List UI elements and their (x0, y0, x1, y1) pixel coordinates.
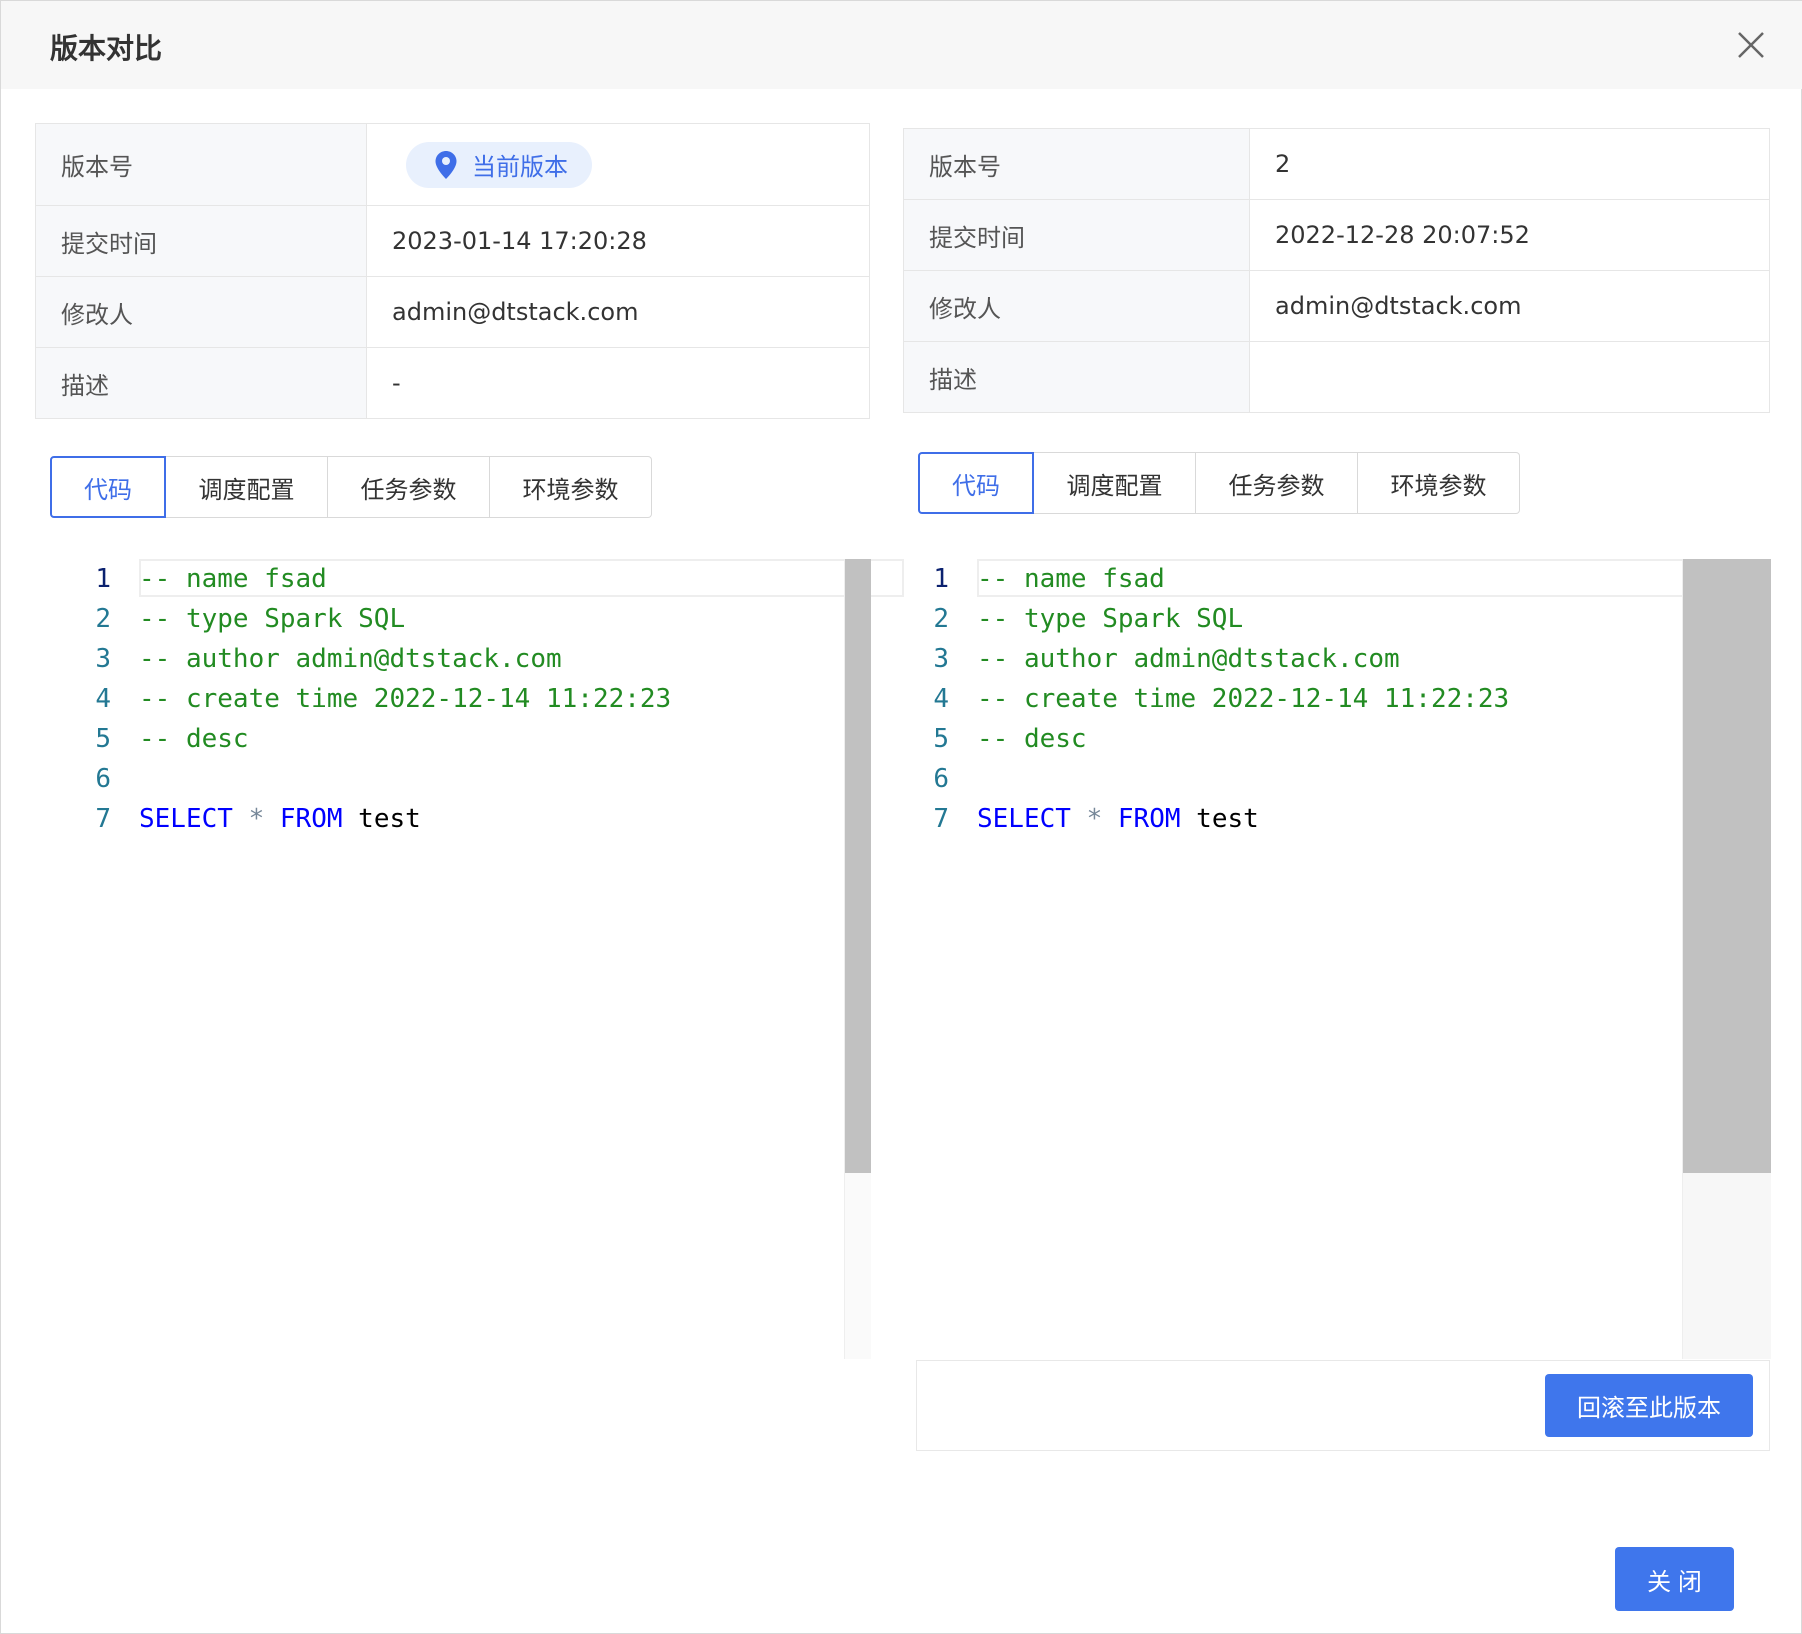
sql-identifier: test (358, 804, 421, 834)
version-number-label: 版本号 (903, 128, 1250, 200)
left-code-editor[interactable]: 1 -- name fsad 2 -- type Spark SQL 3 -- aut… (59, 559, 904, 1359)
description-label: 描述 (35, 347, 367, 419)
line-number: 6 (95, 764, 111, 794)
code-line: 7 SELECT * FROM test (897, 799, 1682, 839)
submit-time-value: 2022-12-28 20:07:52 (1249, 199, 1770, 271)
modifier-value: admin@dtstack.com (1249, 270, 1770, 342)
line-number: 6 (933, 764, 949, 794)
line-number: 7 (95, 804, 111, 834)
sql-keyword: SELECT (977, 804, 1071, 834)
line-number: 5 (95, 724, 111, 754)
right-tab-bar: 代码 调度配置 任务参数 环境参数 (918, 452, 1520, 514)
left-scroll-thumb[interactable] (845, 559, 871, 1173)
description-value (1249, 341, 1770, 413)
sql-keyword: FROM (1117, 804, 1181, 834)
code-line: 4 -- create time 2022-12-14 11:22:23 (59, 679, 844, 719)
code-comment: -- create time 2022-12-14 11:22:23 (977, 684, 1510, 714)
sql-keyword: FROM (279, 804, 343, 834)
line-number: 1 (95, 564, 111, 594)
version-compare-dialog: 版本对比 版本号 当前版本 提交时间 2023-01-14 17:20:28 修… (0, 0, 1802, 1634)
line-number: 7 (933, 804, 949, 834)
right-scroll-thumb[interactable] (1683, 559, 1771, 1173)
code-comment: -- desc (139, 724, 249, 754)
right-panel-footer: 回滚至此版本 (916, 1360, 1770, 1451)
right-editor-scrollbar[interactable] (1682, 559, 1771, 1359)
code-line: 1 -- name fsad (59, 559, 844, 599)
description-label: 描述 (903, 341, 1250, 413)
table-row: 提交时间 2023-01-14 17:20:28 (35, 205, 870, 277)
code-line: 4 -- create time 2022-12-14 11:22:23 (897, 679, 1682, 719)
table-row: 修改人 admin@dtstack.com (35, 276, 870, 348)
code-line: 6 (59, 759, 844, 799)
table-row: 版本号 2 (903, 128, 1770, 200)
tab-code[interactable]: 代码 (50, 456, 166, 518)
submit-time-label: 提交时间 (903, 199, 1250, 271)
left-version-info-table: 版本号 当前版本 提交时间 2023-01-14 17:20:28 修改人 ad… (35, 123, 870, 419)
modifier-label: 修改人 (35, 276, 367, 348)
code-line: 7 SELECT * FROM test (59, 799, 844, 839)
tab-task-params[interactable]: 任务参数 (1196, 452, 1358, 514)
code-comment: -- author admin@dtstack.com (977, 644, 1400, 674)
right-code-editor[interactable]: 1 -- name fsad 2 -- type Spark SQL 3 -- aut… (897, 559, 1689, 1359)
rollback-button[interactable]: 回滚至此版本 (1545, 1374, 1753, 1437)
sql-operator: * (248, 804, 265, 834)
table-row: 修改人 admin@dtstack.com (903, 270, 1770, 342)
modifier-value: admin@dtstack.com (366, 276, 870, 348)
modifier-label: 修改人 (903, 270, 1250, 342)
tab-code[interactable]: 代码 (918, 452, 1034, 514)
code-line: 3 -- author admin@dtstack.com (897, 639, 1682, 679)
code-line: 2 -- type Spark SQL (897, 599, 1682, 639)
version-number-value: 2 (1249, 128, 1770, 200)
line-number: 4 (95, 684, 111, 714)
current-version-badge: 当前版本 (406, 141, 592, 188)
sql-keyword: SELECT (139, 804, 233, 834)
code-comment: -- author admin@dtstack.com (139, 644, 562, 674)
left-tab-bar: 代码 调度配置 任务参数 环境参数 (50, 456, 652, 518)
sql-operator: * (1086, 804, 1103, 834)
tab-schedule-config[interactable]: 调度配置 (1034, 452, 1196, 514)
left-editor-scrollbar[interactable] (844, 559, 871, 1359)
line-number: 2 (933, 604, 949, 634)
tab-task-params[interactable]: 任务参数 (328, 456, 490, 518)
code-comment: -- name fsad (977, 564, 1165, 594)
table-row: 版本号 当前版本 (35, 123, 870, 206)
sql-identifier: test (1196, 804, 1259, 834)
code-line: 5 -- desc (897, 719, 1682, 759)
version-number-label: 版本号 (35, 123, 367, 206)
tab-schedule-config[interactable]: 调度配置 (166, 456, 328, 518)
submit-time-value: 2023-01-14 17:20:28 (366, 205, 870, 277)
description-value: - (366, 347, 870, 419)
code-comment: -- create time 2022-12-14 11:22:23 (139, 684, 672, 714)
submit-time-label: 提交时间 (35, 205, 367, 277)
code-line: 1 -- name fsad (897, 559, 1682, 599)
code-line: 5 -- desc (59, 719, 844, 759)
version-number-cell: 当前版本 (366, 123, 870, 206)
right-version-info-table: 版本号 2 提交时间 2022-12-28 20:07:52 修改人 admin… (903, 128, 1770, 413)
line-number: 1 (933, 564, 949, 594)
dialog-title: 版本对比 (50, 32, 163, 65)
code-comment: -- type Spark SQL (977, 604, 1244, 634)
code-comment: -- type Spark SQL (139, 604, 406, 634)
table-row: 提交时间 2022-12-28 20:07:52 (903, 199, 1770, 271)
close-button[interactable]: 关 闭 (1615, 1547, 1734, 1611)
code-comment: -- name fsad (139, 564, 327, 594)
tab-env-params[interactable]: 环境参数 (1358, 452, 1520, 514)
tab-env-params[interactable]: 环境参数 (490, 456, 652, 518)
code-line: 2 -- type Spark SQL (59, 599, 844, 639)
dialog-header: 版本对比 (1, 1, 1802, 89)
code-line: 6 (897, 759, 1682, 799)
location-pin-icon (435, 150, 457, 179)
code-line: 3 -- author admin@dtstack.com (59, 639, 844, 679)
line-number: 4 (933, 684, 949, 714)
line-number: 3 (95, 644, 111, 674)
line-number: 2 (95, 604, 111, 634)
close-icon[interactable] (1735, 29, 1767, 61)
table-row: 描述 - (35, 347, 870, 419)
line-number: 3 (933, 644, 949, 674)
current-version-text: 当前版本 (472, 153, 568, 181)
line-number: 5 (933, 724, 949, 754)
table-row: 描述 (903, 341, 1770, 413)
code-comment: -- desc (977, 724, 1087, 754)
